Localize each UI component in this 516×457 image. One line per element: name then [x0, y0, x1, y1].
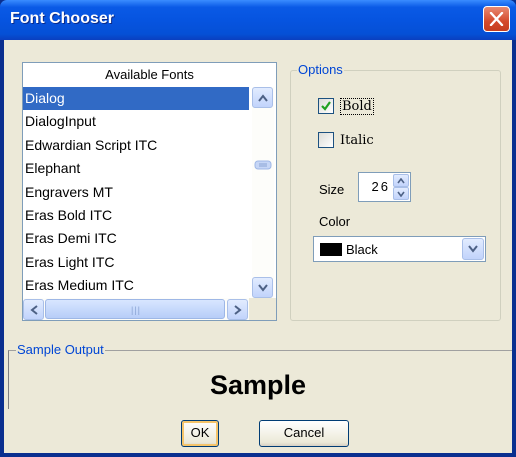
size-increment-button[interactable] [393, 174, 409, 187]
font-list-item[interactable]: Eras Bold ITC [23, 204, 249, 227]
bold-checkbox[interactable] [318, 98, 334, 114]
size-decrement-button[interactable] [393, 187, 409, 200]
window-title: Font Chooser [10, 10, 114, 27]
horizontal-scroll-thumb[interactable]: ||| [45, 299, 225, 319]
scroll-down-button[interactable] [252, 277, 273, 298]
fonts-vertical-scrollbar[interactable] [252, 87, 274, 298]
font-list-item[interactable]: Dialog [23, 87, 249, 111]
chevron-right-icon [234, 305, 242, 315]
bold-checkbox-row[interactable]: Bold [318, 97, 374, 115]
font-chooser-window: Font Chooser Available Fonts Dialog Dial… [0, 0, 516, 457]
sample-output-legend: Sample Output [16, 342, 105, 357]
italic-checkbox-row[interactable]: Italic [318, 131, 374, 149]
chevron-up-icon [397, 178, 405, 184]
checkmark-icon [321, 101, 331, 111]
font-list-item[interactable]: Eras Demi ITC [23, 227, 249, 250]
font-list-item[interactable]: Edwardian Script ITC [23, 134, 249, 157]
title-bar[interactable]: Font Chooser [0, 0, 516, 40]
fonts-list-panel: Available Fonts Dialog DialogInput Edwar… [22, 62, 277, 321]
close-button[interactable] [483, 6, 510, 32]
font-list-item[interactable]: Elephant [23, 157, 249, 180]
scroll-up-button[interactable] [252, 87, 273, 108]
vertical-scroll-thumb[interactable] [254, 160, 272, 170]
size-spinner[interactable]: 26 [358, 172, 411, 202]
scrollbar-corner [249, 298, 276, 320]
chevron-down-icon [258, 284, 268, 292]
italic-checkbox[interactable] [318, 132, 334, 148]
font-list-item[interactable]: Eras Medium ITC [23, 274, 249, 297]
chevron-left-icon [30, 305, 38, 315]
color-swatch [320, 243, 342, 256]
font-list-item[interactable]: Eras Light ITC [23, 251, 249, 274]
scroll-right-button[interactable] [227, 299, 248, 320]
fonts-list-header: Available Fonts [105, 67, 194, 82]
font-list-item[interactable]: DialogInput [23, 110, 249, 133]
cancel-button[interactable]: Cancel [259, 420, 349, 447]
chevron-down-icon [468, 245, 478, 253]
fonts-list[interactable]: Dialog DialogInput Edwardian Script ITC … [23, 87, 249, 298]
font-list-item[interactable]: Engravers MT [23, 181, 249, 204]
size-value[interactable]: 26 [372, 179, 390, 194]
dialog-body: Available Fonts Dialog DialogInput Edwar… [4, 40, 512, 453]
sample-text: Sample [209, 370, 307, 400]
options-group: Options Bold Italic Size 26 Color Black [290, 62, 501, 321]
chevron-down-icon [397, 191, 405, 197]
close-icon [489, 12, 504, 26]
color-value: Black [346, 242, 378, 257]
ok-button[interactable]: OK [181, 420, 219, 447]
grip-icon: ||| [131, 305, 142, 315]
options-legend: Options [297, 62, 344, 77]
scroll-left-button[interactable] [23, 299, 44, 320]
color-dropdown[interactable]: Black [313, 236, 486, 262]
fonts-horizontal-scrollbar[interactable]: ||| [23, 298, 249, 320]
bold-label: Bold [340, 97, 374, 115]
color-label: Color [319, 214, 351, 229]
chevron-up-icon [258, 94, 268, 102]
size-label: Size [319, 182, 345, 197]
color-dropdown-button[interactable] [462, 238, 484, 260]
italic-label: Italic [340, 132, 374, 148]
